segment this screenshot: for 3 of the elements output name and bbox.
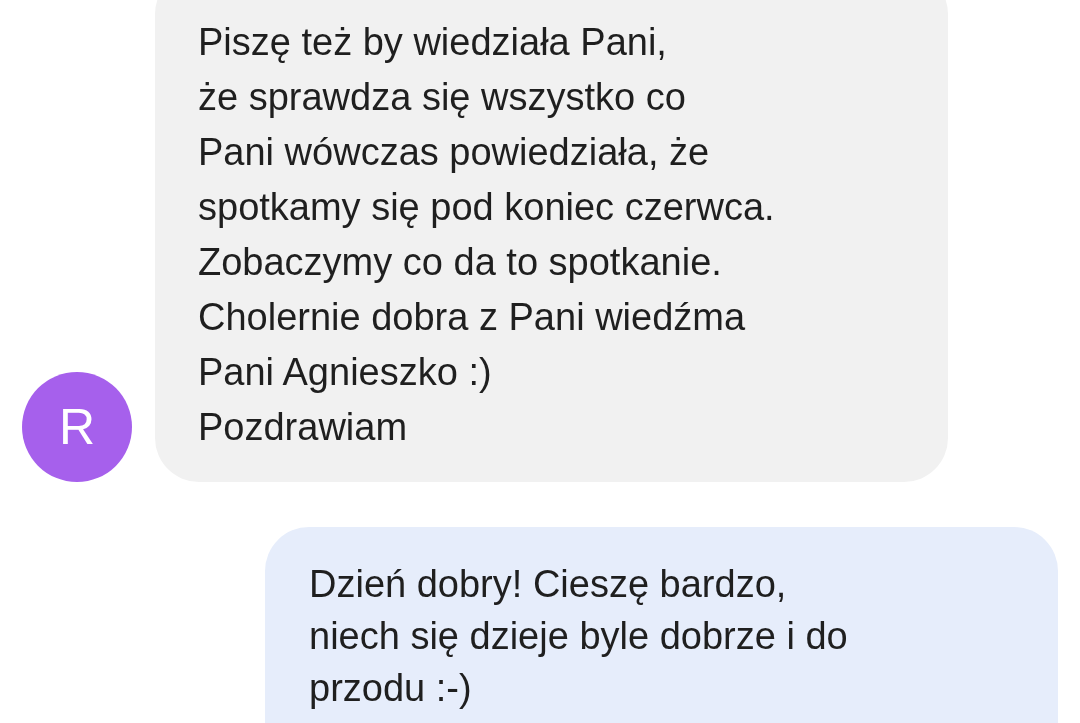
contact-avatar[interactable]: R [22,372,132,482]
message-bubble: Piszę też by wiedziała Pani, że sprawdza się wszystko co Pani wówczas powiedziała, że spotkamy się pod koniec czerwca. Zobaczymy co da to spotkanie. Cholernie dobra z Pani wiedźma Pani Agnieszko :) Pozdrawiam [155,0,948,482]
message-bubble: Dzień dobry! Cieszę bardzo, niech się dzieje byle dobrze i do przodu :-) [265,527,1058,723]
